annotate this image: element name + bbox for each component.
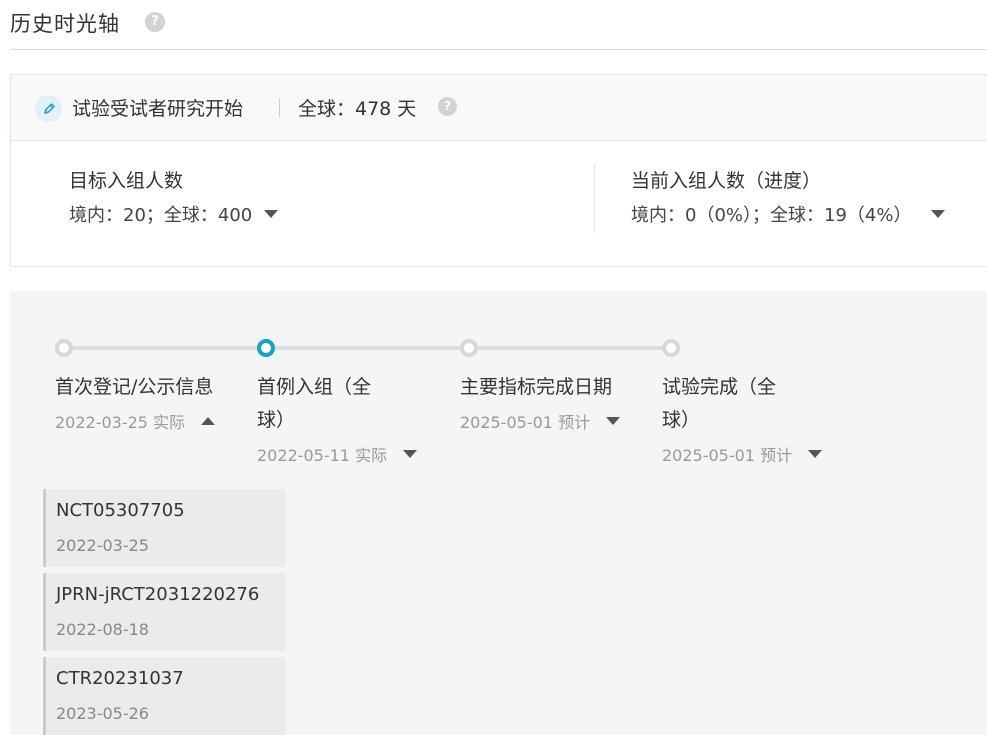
page-title: 历史时光轴 [10, 12, 120, 36]
registration-id: NCT05307705 [56, 500, 185, 521]
study-summary-card: 试验受试者研究开始 全球：478 天 ? 目标入组人数 境内：20；全球：400… [10, 74, 987, 267]
registration-date: 2023-05-26 [56, 704, 149, 723]
milestone-first-registration: 首次登记/公示信息 2022-03-25 实际 [55, 371, 220, 433]
timeline-node[interactable] [662, 339, 680, 357]
timeline-panel: 首次登记/公示信息 2022-03-25 实际 首例入组（全球） 2022-05… [10, 291, 987, 735]
milestone-first-enrollment: 首例入组（全球） 2022-05-11 实际 [257, 371, 418, 466]
milestone-date[interactable]: 2022-05-11 实际 [257, 442, 418, 466]
study-start-header: 试验受试者研究开始 全球：478 天 ? [11, 75, 987, 141]
pencil-icon [35, 95, 62, 122]
milestone-date[interactable]: 2025-05-01 预计 [460, 409, 621, 433]
help-icon[interactable]: ? [145, 12, 165, 32]
timeline-node-active[interactable] [257, 339, 275, 357]
timeline-node[interactable] [55, 339, 73, 357]
milestone-title: 主要指标完成日期 [460, 376, 613, 398]
chevron-down-icon[interactable] [403, 450, 418, 458]
page-header: 历史时光轴 ? [10, 0, 987, 50]
target-enrollment-value[interactable]: 境内：20；全球：400 [69, 201, 279, 227]
current-enrollment-value[interactable]: 境内：0（0%）；全球：19（4%） [631, 201, 946, 227]
help-icon[interactable]: ? [438, 97, 457, 116]
chevron-up-icon[interactable] [201, 417, 216, 425]
registration-id: CTR20231037 [56, 668, 184, 689]
milestone-title: 首例入组（全球） [257, 376, 372, 431]
milestone-date-text: 2025-05-01 预计 [460, 413, 591, 432]
milestone-primary-completion: 主要指标完成日期 2025-05-01 预计 [460, 371, 621, 433]
milestone-date-text: 2022-03-25 实际 [55, 413, 186, 432]
registration-date: 2022-03-25 [56, 536, 149, 555]
registration-date: 2022-08-18 [56, 620, 149, 639]
divider [279, 98, 280, 117]
milestone-date-text: 2025-05-01 预计 [662, 446, 793, 465]
milestone-date[interactable]: 2022-03-25 实际 [55, 409, 220, 433]
current-enrollment-title: 当前入组人数（进度） [631, 170, 822, 192]
milestone-title: 试验完成（全球） [662, 376, 777, 431]
chevron-down-icon[interactable] [808, 450, 823, 458]
target-enrollment-title: 目标入组人数 [69, 170, 184, 192]
milestone-date[interactable]: 2025-05-01 预计 [662, 442, 823, 466]
registration-card[interactable]: CTR20231037 2023-05-26 [43, 657, 286, 735]
timeline-track [64, 346, 672, 350]
chevron-down-icon[interactable] [264, 210, 279, 218]
timeline-node[interactable] [460, 339, 478, 357]
target-enrollment-text: 境内：20；全球：400 [69, 205, 253, 226]
global-duration: 全球：478 天 [298, 98, 417, 120]
current-enrollment: 当前入组人数（进度） 境内：0（0%）；全球：19（4%） [631, 166, 946, 227]
registration-card[interactable]: NCT05307705 2022-03-25 [43, 489, 286, 567]
target-enrollment: 目标入组人数 境内：20；全球：400 [69, 166, 279, 227]
milestone-study-completion: 试验完成（全球） 2025-05-01 预计 [662, 371, 823, 466]
milestone-title: 首次登记/公示信息 [55, 376, 214, 398]
milestone-date-text: 2022-05-11 实际 [257, 446, 388, 465]
current-enrollment-text: 境内：0（0%）；全球：19（4%） [631, 205, 912, 226]
registration-id: JPRN-jRCT2031220276 [56, 584, 260, 605]
column-divider [594, 163, 595, 233]
study-start-label: 试验受试者研究开始 [72, 98, 244, 120]
registration-card[interactable]: JPRN-jRCT2031220276 2022-08-18 [43, 573, 286, 651]
chevron-down-icon[interactable] [606, 417, 621, 425]
chevron-down-icon[interactable] [931, 210, 946, 218]
